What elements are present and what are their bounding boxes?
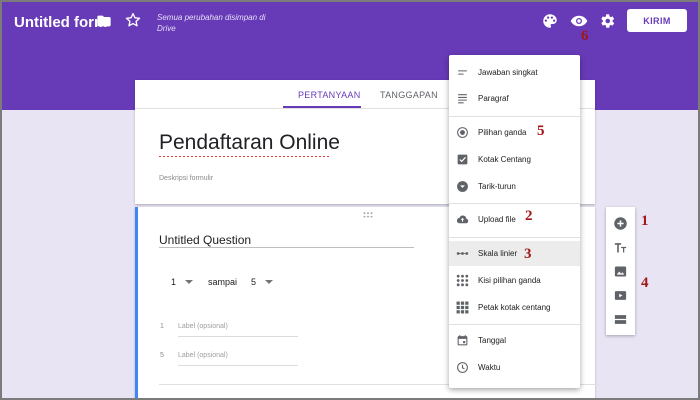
menu-item-linear-scale[interactable]: Skala linier [449, 241, 580, 266]
dropdown-icon [457, 181, 468, 192]
add-video-icon[interactable] [613, 288, 628, 303]
chevron-down-icon[interactable] [185, 280, 193, 284]
min-label-underline [178, 336, 298, 337]
drag-handle-icon[interactable] [363, 212, 373, 218]
menu-item-label: Paragraf [478, 94, 509, 103]
menu-item-checkbox-grid[interactable]: Petak kotak centang [449, 295, 580, 320]
save-status: Semua perubahan disimpan di Drive [157, 13, 266, 33]
menu-item-label: Petak kotak centang [478, 303, 551, 312]
menu-item-multiple-choice-grid[interactable]: Kisi pilihan ganda [449, 268, 580, 293]
spellcheck-underline [159, 156, 331, 157]
palette-icon[interactable] [541, 12, 559, 30]
form-title-input[interactable]: Pendaftaran Online [159, 131, 340, 155]
menu-divider [449, 203, 580, 204]
menu-item-label: Waktu [478, 363, 501, 372]
grid-squares-icon [456, 301, 469, 314]
annotation-1: 1 [641, 213, 649, 229]
menu-item-label: Pilihan ganda [478, 128, 527, 137]
min-label-input[interactable]: Label (opsional) [178, 323, 228, 330]
menu-divider [449, 237, 580, 238]
add-image-icon[interactable] [613, 264, 628, 279]
annotation-2: 2 [525, 208, 533, 224]
menu-item-label: Tanggal [478, 336, 507, 345]
question-title-input[interactable]: Untitled Question [159, 233, 251, 247]
menu-divider [449, 116, 580, 117]
label-row-number: 1 [160, 323, 164, 330]
paragraph-icon [458, 94, 467, 104]
annotation-5: 5 [537, 123, 545, 139]
menu-item-label: Tarik-turun [478, 182, 516, 191]
scale-max-select[interactable]: 5 [251, 277, 256, 287]
folder-icon[interactable] [96, 13, 112, 29]
send-button[interactable]: KIRIM [627, 9, 687, 32]
annotation-3: 3 [524, 246, 532, 262]
form-title-header[interactable]: Untitled form [14, 14, 107, 31]
menu-item-time[interactable]: Waktu [449, 355, 580, 380]
gear-icon[interactable] [598, 12, 616, 30]
cloud-upload-icon [456, 215, 469, 224]
menu-item-paragraph[interactable]: Paragraf [449, 86, 580, 111]
star-icon[interactable] [124, 11, 142, 29]
clock-icon [457, 362, 468, 373]
menu-item-file-upload[interactable]: Upload file [449, 207, 580, 232]
linear-scale-icon [456, 252, 469, 255]
menu-item-label: Jawaban singkat [478, 68, 538, 77]
menu-item-short-answer[interactable]: Jawaban singkat [449, 60, 580, 85]
grid-dots-icon [456, 274, 469, 287]
menu-item-label: Kisi pilihan ganda [478, 276, 541, 285]
tab-questions[interactable]: PERTANYAAN [298, 90, 361, 100]
menu-item-multiple-choice[interactable]: Pilihan ganda [449, 120, 580, 145]
scale-to-label: sampai [208, 277, 238, 287]
question-type-menu: Jawaban singkat Paragraf Pilihan ganda K… [449, 55, 580, 388]
max-label-underline [178, 365, 298, 366]
menu-item-dropdown[interactable]: Tarik-turun [449, 174, 580, 199]
question-title-underline [159, 247, 414, 248]
menu-item-label: Upload file [478, 215, 516, 224]
radio-icon [457, 127, 468, 138]
menu-item-label: Skala linier [478, 249, 518, 258]
max-label-input[interactable]: Label (opsional) [178, 352, 228, 359]
scale-min-select[interactable]: 1 [171, 277, 176, 287]
annotation-6: 6 [581, 28, 589, 44]
form-description-input[interactable]: Deskripsi formulir [159, 175, 213, 182]
checkbox-icon [457, 154, 468, 165]
add-title-icon[interactable] [613, 240, 628, 255]
menu-item-checkboxes[interactable]: Kotak Centang [449, 147, 580, 172]
menu-item-label: Kotak Centang [478, 155, 531, 164]
annotation-4: 4 [641, 275, 649, 291]
calendar-icon [457, 335, 468, 346]
label-row-number: 5 [160, 352, 164, 359]
add-section-icon[interactable] [613, 312, 628, 327]
short-text-icon [458, 70, 467, 75]
menu-divider [449, 324, 580, 325]
side-toolbar [606, 207, 635, 335]
menu-item-date[interactable]: Tanggal [449, 328, 580, 353]
add-question-icon[interactable] [613, 216, 628, 231]
tab-responses[interactable]: TANGGAPAN [380, 90, 438, 100]
chevron-down-icon[interactable] [265, 280, 273, 284]
